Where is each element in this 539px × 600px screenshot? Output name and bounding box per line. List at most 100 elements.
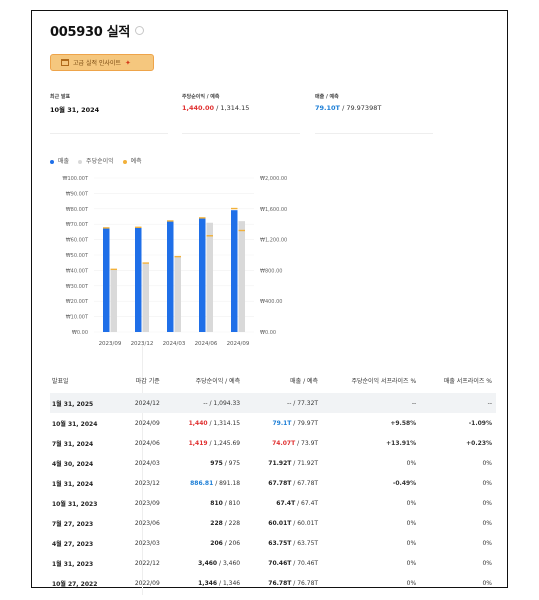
- cell-eps: 3,460 / 3,460: [164, 553, 244, 573]
- table-row: 1월 31, 2023 2022/12 3,460 / 3,460 70.46T / …: [50, 553, 496, 573]
- cell-eps-actual: 1,419: [188, 439, 208, 447]
- cell-eps-surprise: -0.49%: [392, 479, 417, 487]
- y-tick-label-left: ₩50.00T: [66, 253, 89, 259]
- legend-dot-estimate: [122, 159, 127, 164]
- revenue-estimate-marker: [103, 227, 110, 229]
- table-row: 7월 27, 2023 2023/06 228 / 228 60.01T / 60.0…: [50, 513, 496, 533]
- cell-eps-estimate: / 1,314.15: [207, 419, 241, 427]
- sparkle-icon: ✦: [124, 58, 131, 67]
- stat-estimate: / 79.97398T: [340, 104, 382, 112]
- stat-eps: 주당순이익 / 예측 1,440.00 / 1,314.15: [182, 93, 300, 134]
- stat-value: 10월 31, 2024: [50, 106, 100, 114]
- cell-date: 1월 31, 2023: [52, 560, 94, 568]
- cell-eps-estimate: / 206: [222, 539, 241, 547]
- cell-revenue-surprise: 0%: [482, 579, 492, 587]
- eps-bar: [110, 269, 117, 332]
- y-tick-label-right: ₩0.00: [260, 330, 276, 336]
- cell-date: 1월 31, 2025: [50, 393, 120, 413]
- stat-label: 매출 / 예측: [315, 94, 339, 100]
- y-tick-label-right: ₩1,600.00: [260, 207, 287, 213]
- cell-eps: 1,440 / 1,314.15: [164, 413, 244, 433]
- col-header-eps[interactable]: 주당순이익 / 예측: [164, 367, 244, 393]
- cell-eps-surprise: +9.58%: [390, 419, 417, 427]
- cell-eps-estimate: / 891.18: [213, 479, 241, 487]
- cell-revenue: -- / 77.32T: [244, 393, 323, 413]
- stat-value: 79.10T / 79.97398T: [315, 104, 433, 112]
- cell-revenue-actual: 67.78T: [268, 479, 292, 487]
- cell-revenue: 63.75T / 63.75T: [244, 533, 322, 553]
- cell-eps-estimate: / 810: [222, 499, 241, 507]
- table-row: 10월 31, 2024 2024/09 1,440 / 1,314.15 79.1T…: [50, 413, 496, 433]
- legend-label: 매출: [58, 158, 70, 165]
- stat-actual: 79.10T: [315, 104, 340, 112]
- cell-date: 7월 31, 2024: [52, 440, 94, 448]
- cell-revenue-actual: 79.1T: [272, 419, 292, 427]
- y-tick-label-right: ₩400.00: [260, 299, 282, 305]
- cell-revenue-surprise: 0%: [482, 519, 492, 527]
- cell-revenue-surprise: --: [420, 393, 496, 413]
- cell-date: 4월 30, 2024: [52, 460, 94, 468]
- x-tick-label: 2023/09: [99, 341, 122, 347]
- eps-estimate-marker: [174, 255, 181, 258]
- y-tick-label-left: ₩30.00T: [66, 284, 89, 290]
- eps-bar: [174, 256, 181, 332]
- y-tick-label-left: ₩100.00T: [63, 176, 89, 182]
- cell-eps-actual: 1,440: [188, 419, 208, 427]
- x-tick-label: 2024/03: [163, 341, 186, 347]
- cell-eps: 810 / 810: [164, 493, 244, 513]
- legend-dot-eps: [78, 159, 83, 164]
- cell-revenue-estimate: / 67.4T: [295, 499, 319, 507]
- col-header-revenue[interactable]: 매출 / 예측: [244, 367, 322, 393]
- cell-eps-surprise: 0%: [406, 539, 417, 547]
- page-title: 005930 실적: [50, 21, 145, 40]
- cell-date: 1월 31, 2024: [52, 480, 94, 488]
- cell-revenue-estimate: / 73.9T: [295, 439, 319, 447]
- eps-estimate-marker: [238, 229, 245, 232]
- stat-label: 최근 발표: [50, 94, 71, 100]
- col-header-eps-surprise[interactable]: 주당순이익 서프라이즈 %: [322, 367, 420, 393]
- cell-eps-actual: 886.81: [190, 479, 214, 487]
- stat-value: 1,440.00 / 1,314.15: [182, 104, 300, 112]
- cell-revenue: 70.46T / 70.46T: [244, 553, 322, 573]
- cell-eps: 975 / 975: [164, 453, 244, 473]
- cell-eps-surprise: 0%: [406, 459, 417, 467]
- stat-actual: 1,440.00: [182, 104, 215, 112]
- cell-period: 2023/06: [134, 519, 160, 527]
- cell-eps-surprise: --: [322, 393, 421, 413]
- cell-period: 2024/09: [134, 419, 160, 427]
- revenue-bar: [167, 221, 174, 332]
- y-tick-label-left: ₩40.00T: [66, 268, 89, 274]
- cell-revenue: 67.4T / 67.4T: [244, 493, 322, 513]
- y-tick-label-left: ₩80.00T: [66, 207, 89, 213]
- cell-date: 4월 27, 2023: [52, 540, 94, 548]
- revenue-bar: [199, 217, 206, 332]
- legend-item-eps[interactable]: 주당순이익: [78, 156, 114, 165]
- x-tick-label: 2024/09: [227, 341, 250, 347]
- cell-revenue-surprise: 0%: [482, 499, 492, 507]
- cell-period: 2024/06: [134, 439, 160, 447]
- y-tick-label-left: ₩70.00T: [66, 222, 89, 228]
- cell-revenue-surprise: 0%: [482, 459, 492, 467]
- cell-eps: 1,346 / 1,346: [164, 573, 244, 593]
- cell-period: 2023/03: [134, 539, 160, 547]
- legend-item-revenue[interactable]: 매출: [50, 156, 69, 165]
- table-row: 4월 27, 2023 2023/03 206 / 206 63.75T / 63.7…: [50, 533, 496, 553]
- col-header-period[interactable]: 마감 기준: [119, 367, 163, 393]
- legend-item-estimate[interactable]: 예측: [122, 156, 142, 165]
- cell-eps-estimate: / 975: [222, 459, 241, 467]
- cell-period: 2024/12: [119, 393, 164, 413]
- cell-eps-actual: 975: [210, 459, 223, 467]
- cell-revenue: 76.78T / 76.78T: [244, 573, 322, 593]
- cell-revenue: 67.78T / 67.78T: [244, 473, 322, 493]
- table-row: 4월 30, 2024 2024/03 975 / 975 71.92T / 71.9…: [50, 453, 496, 473]
- y-tick-label-right: ₩2,000.00: [260, 176, 287, 182]
- eps-bar: [142, 263, 149, 332]
- info-icon[interactable]: [135, 26, 145, 35]
- advanced-insight-button[interactable]: 고급 실적 인사이트 ✦: [50, 54, 154, 71]
- cell-eps-surprise: 0%: [406, 559, 417, 567]
- col-header-revenue-surprise[interactable]: 매출 서프라이즈 %: [420, 367, 496, 393]
- cell-revenue-actual: 71.92T: [268, 459, 292, 467]
- col-header-date[interactable]: 발표일: [50, 367, 119, 393]
- revenue-estimate-marker: [231, 207, 238, 210]
- cell-revenue-estimate: / 77.32T: [291, 399, 319, 407]
